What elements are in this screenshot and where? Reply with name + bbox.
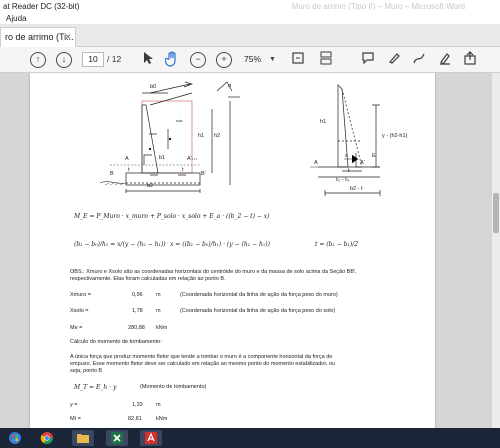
draw-sign-icon[interactable] bbox=[411, 51, 427, 69]
highlight-pen-icon[interactable] bbox=[386, 51, 402, 69]
paragraph-line-3: seja, ponto B bbox=[70, 368, 103, 374]
zoom-in-icon[interactable]: + bbox=[216, 52, 232, 68]
taskbar bbox=[0, 428, 500, 448]
tab-close-icon[interactable]: × bbox=[65, 28, 71, 47]
zoom-out-icon[interactable]: − bbox=[190, 52, 206, 68]
label-B-prime: B' bbox=[201, 171, 206, 177]
excel-icon[interactable] bbox=[106, 430, 128, 446]
label-A-right: A bbox=[314, 160, 318, 166]
xmuro-unit: m bbox=[156, 292, 161, 298]
obs-line-2: respectivamente. Elas foram calculadas e… bbox=[70, 276, 226, 282]
zoom-dropdown-icon[interactable]: ▼ bbox=[269, 52, 276, 67]
label-b1: b1 bbox=[159, 155, 166, 161]
toolbar: ↑ ↓ 10 / 12 − + 75% ▼ bbox=[0, 47, 500, 73]
y-label: y = bbox=[70, 402, 78, 408]
xmuro-label: Xmuro = bbox=[70, 292, 91, 298]
menu-help[interactable]: Ajuda bbox=[6, 14, 26, 23]
scroll-thumb[interactable] bbox=[493, 193, 499, 233]
y-value: 1,33 bbox=[132, 402, 143, 408]
tab-document[interactable]: ro de arrimo (Ti... × bbox=[0, 27, 76, 47]
obs-line-1: OBS.: Xmuro e Xsolo são as coordenadas h… bbox=[70, 269, 357, 275]
me-value: 280,88 bbox=[128, 325, 145, 331]
label-solo: solo bbox=[176, 119, 183, 123]
equation-me: M_E = P_Muro · x_muro + P_solo · x_solo … bbox=[74, 213, 270, 220]
paragraph-line-1: A única força que produz momento fletor … bbox=[70, 354, 333, 360]
comment-icon[interactable] bbox=[360, 51, 376, 69]
label-alpha: α bbox=[228, 83, 232, 89]
label-b0: b0 bbox=[150, 84, 157, 90]
window-titlebar: at Reader DC (32-bit) Muro de arrimo (Ti… bbox=[0, 0, 500, 13]
label-Ap-right: A' bbox=[360, 160, 365, 166]
label-A-prime: A' bbox=[187, 156, 192, 162]
pdf-page: b0 α solo muro h1 h2 b1 A A' B B' t t b2… bbox=[30, 73, 435, 428]
label-h2: h2 bbox=[214, 133, 221, 139]
equation-mt: M_T = E_h · y bbox=[74, 384, 117, 391]
label-h1-right: h1 bbox=[320, 119, 327, 125]
prev-page-icon[interactable]: ↑ bbox=[30, 52, 46, 68]
start-icon[interactable] bbox=[4, 430, 26, 446]
chrome-icon[interactable] bbox=[36, 430, 58, 446]
mt-label: Mt = bbox=[70, 416, 81, 422]
mt-unit: kNm bbox=[156, 416, 168, 422]
label-b2-t: b2 - t bbox=[350, 186, 363, 192]
mt-note: (Momento de tombamento) bbox=[140, 384, 207, 390]
fit-page-icon[interactable] bbox=[290, 51, 306, 69]
background-window-title: Muro de arrimo (Tipo II) – Muro – Micros… bbox=[291, 2, 466, 11]
xmuro-note: (Coordenada horizontal da linha de ação … bbox=[180, 292, 338, 298]
label-b2: b2 bbox=[147, 183, 154, 189]
menu-bar: Ajuda bbox=[0, 13, 500, 25]
page-number-input[interactable]: 10 bbox=[82, 52, 104, 67]
equation-ratio: (b₁ − b₀)/h₁ = x/(y − (h₂ − h₁)) bbox=[74, 241, 166, 248]
label-t-right-fig: t bbox=[348, 168, 350, 174]
xsolo-note: (Coordenada horizontal da linha de ação … bbox=[180, 308, 336, 314]
equation-x: x = ((b₁ − b₀)/h₁) · (y − (h₂ − h₁)) bbox=[170, 241, 270, 248]
select-cursor-icon[interactable] bbox=[141, 51, 155, 69]
label-muro: muro bbox=[149, 132, 157, 136]
share-icon[interactable] bbox=[462, 51, 478, 69]
label-B: B bbox=[110, 171, 114, 177]
window-title: at Reader DC (32-bit) bbox=[3, 2, 80, 11]
me-label: Me = bbox=[70, 325, 83, 331]
fill-sign-icon[interactable] bbox=[437, 51, 453, 69]
file-explorer-icon[interactable] bbox=[72, 430, 94, 446]
page-total: / 12 bbox=[107, 54, 122, 64]
xsolo-value: 1,78 bbox=[132, 308, 143, 314]
label-t-right: t bbox=[182, 167, 184, 173]
acrobat-icon[interactable] bbox=[140, 430, 162, 446]
label-x-right: x bbox=[345, 153, 348, 159]
scroll-mode-icon[interactable] bbox=[318, 51, 334, 69]
xsolo-unit: m bbox=[156, 308, 161, 314]
label-h1: h1 bbox=[198, 133, 205, 139]
tab-label: ro de arrimo (Ti... bbox=[5, 32, 74, 42]
next-page-icon[interactable]: ↓ bbox=[56, 52, 72, 68]
hand-tool-icon[interactable] bbox=[164, 51, 180, 69]
equation-t: t = (b₁ − b₁)/2 bbox=[315, 241, 359, 248]
vertical-scrollbar[interactable] bbox=[492, 73, 500, 428]
label-t-left: t bbox=[128, 167, 130, 173]
label-y-expr: y - (h2-h1) bbox=[382, 133, 408, 139]
paragraph-line-2: empuxo. Esse momento fletor deve ser cal… bbox=[70, 361, 336, 367]
mt-value: 82,81 bbox=[128, 416, 142, 422]
label-A: A bbox=[125, 156, 129, 162]
y-unit: m bbox=[156, 402, 161, 408]
tab-bar: ro de arrimo (Ti... × bbox=[0, 25, 500, 47]
label-b1-b0: b₁ − b₀ bbox=[336, 177, 350, 182]
me-unit: kNm bbox=[156, 325, 168, 331]
section-title: Cálculo do momento de tombamento: bbox=[70, 339, 162, 345]
xsolo-label: Xsolo = bbox=[70, 308, 89, 314]
retaining-wall-figure bbox=[99, 81, 381, 196]
xmuro-value: 0,96 bbox=[132, 292, 143, 298]
label-E-right: E bbox=[372, 153, 376, 159]
document-viewer[interactable]: b0 α solo muro h1 h2 b1 A A' B B' t t b2… bbox=[0, 73, 500, 428]
